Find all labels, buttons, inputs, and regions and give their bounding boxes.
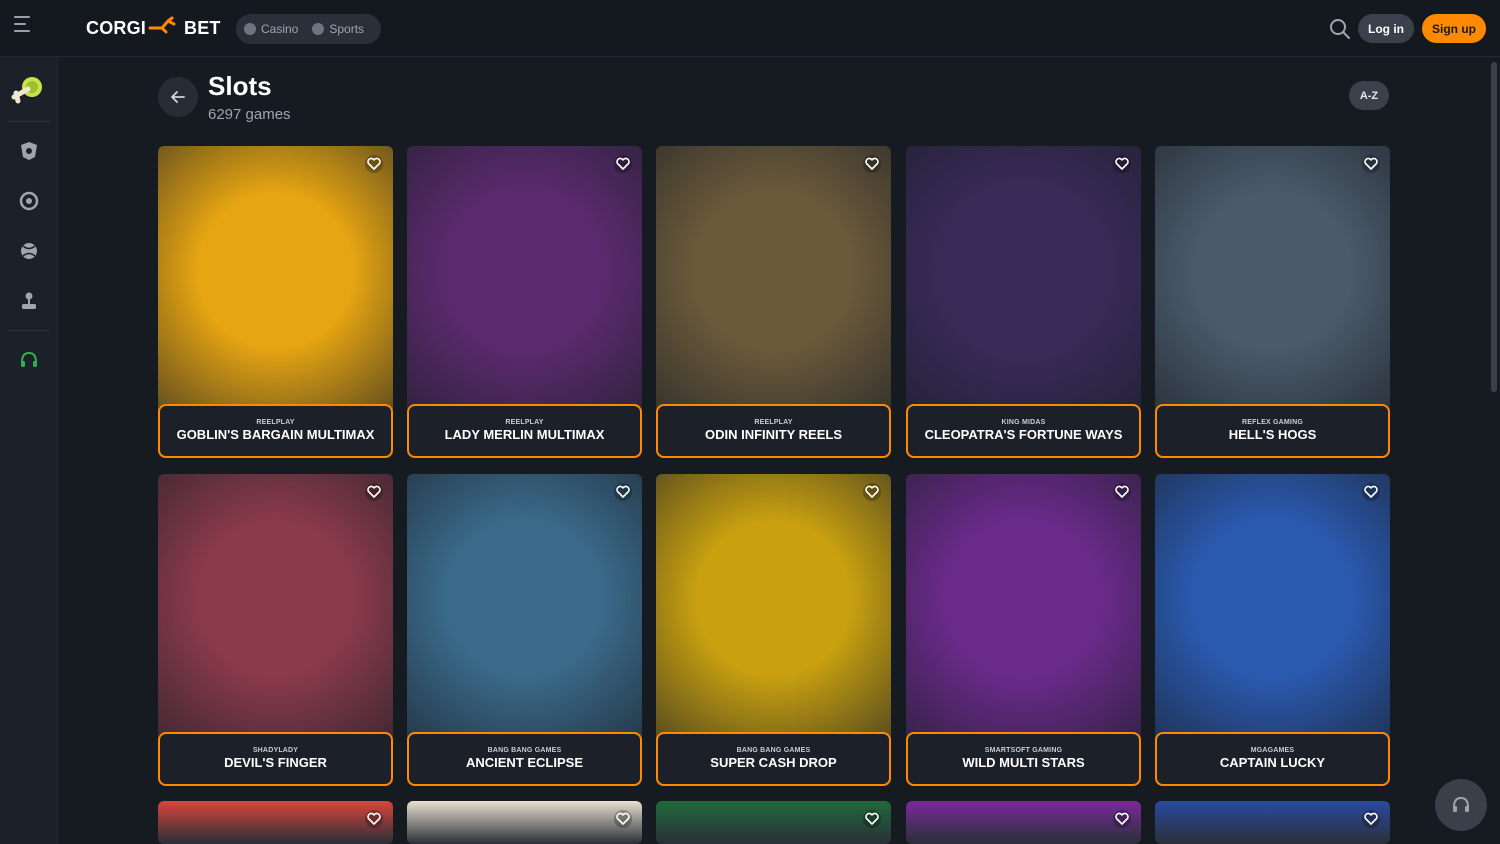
back-button[interactable] — [158, 77, 198, 117]
nav-casino[interactable]: Casino — [244, 22, 298, 36]
game-card[interactable]: SMARTSOFT GAMING WILD MULTI STARS — [906, 474, 1141, 786]
game-card[interactable]: REELPLAY GOBLIN'S BARGAIN MULTIMAX — [158, 146, 393, 458]
nav-sports-label: Sports — [329, 22, 365, 36]
game-provider: REFLEX GAMING — [1242, 419, 1303, 426]
top-header: CORGI BET Casino Sports Log in Sign up — [0, 0, 1500, 57]
game-label: MGAGAMES CAPTAIN LUCKY — [1155, 732, 1390, 786]
game-title: CAPTAIN LUCKY — [1219, 755, 1326, 770]
login-button[interactable]: Log in — [1358, 14, 1414, 43]
signup-button[interactable]: Sign up — [1422, 14, 1486, 43]
left-sidebar — [0, 57, 58, 844]
game-title: SUPER CASH DROP — [710, 755, 837, 770]
favorite-heart-icon[interactable] — [1112, 809, 1132, 829]
bone-logo-icon — [148, 16, 182, 41]
game-provider: REELPLAY — [256, 419, 295, 426]
favorite-heart-icon[interactable] — [1112, 154, 1132, 174]
game-card[interactable]: REELPLAY ODIN INFINITY REELS — [656, 146, 891, 458]
nav-sports[interactable]: Sports — [312, 22, 364, 36]
game-label: REELPLAY ODIN INFINITY REELS — [656, 404, 891, 458]
game-card[interactable] — [906, 801, 1141, 844]
game-provider: SHADYLADY — [252, 747, 299, 754]
game-card[interactable]: KING MIDAS CLEOPATRA'S FORTUNE WAYS — [906, 146, 1141, 458]
search-icon[interactable] — [1328, 17, 1352, 41]
game-provider: BANG BANG GAMES — [487, 747, 562, 754]
page-title: Slots — [208, 71, 272, 101]
game-label: BANG BANG GAMES ANCIENT ECLIPSE — [407, 732, 642, 786]
product-switcher: Casino Sports — [236, 14, 381, 44]
favorite-heart-icon[interactable] — [862, 482, 882, 502]
game-label: REELPLAY GOBLIN'S BARGAIN MULTIMAX — [158, 404, 393, 458]
favorite-heart-icon[interactable] — [1361, 482, 1381, 502]
roulette-icon[interactable] — [18, 190, 40, 212]
game-provider: MGAGAMES — [1250, 747, 1295, 754]
game-card[interactable]: BANG BANG GAMES ANCIENT ECLIPSE — [407, 474, 642, 786]
nav-casino-label: Casino — [261, 22, 299, 36]
game-label: SHADYLADY DEVIL'S FINGER — [158, 732, 393, 786]
game-card[interactable]: SHADYLADY DEVIL'S FINGER — [158, 474, 393, 786]
hamburger-menu-icon[interactable] — [14, 16, 42, 40]
support-chat-button[interactable] — [1435, 779, 1487, 831]
game-thumbnail — [906, 801, 1141, 844]
favorite-heart-icon[interactable] — [613, 482, 633, 502]
corgi-mascot-icon[interactable] — [10, 73, 48, 107]
favorite-heart-icon[interactable] — [613, 809, 633, 829]
game-card[interactable]: MGAGAMES CAPTAIN LUCKY — [1155, 474, 1390, 786]
game-title: ANCIENT ECLIPSE — [465, 755, 583, 770]
game-thumbnail — [407, 801, 642, 844]
joystick-icon[interactable] — [18, 290, 40, 312]
game-title: WILD MULTI STARS — [962, 755, 1085, 770]
favorite-heart-icon[interactable] — [862, 809, 882, 829]
sports-ball-icon[interactable] — [18, 240, 40, 262]
game-label: SMARTSOFT GAMING WILD MULTI STARS — [906, 732, 1141, 786]
headset-icon — [1453, 796, 1469, 812]
game-thumbnail — [1155, 801, 1390, 844]
scrollbar-thumb[interactable] — [1491, 62, 1497, 392]
game-provider: REELPLAY — [505, 419, 544, 426]
game-card[interactable] — [1155, 801, 1390, 844]
game-thumbnail — [158, 801, 393, 844]
favorite-heart-icon[interactable] — [613, 154, 633, 174]
casino-chip-icon — [244, 23, 256, 35]
logo-text-left: CORGI — [86, 17, 147, 38]
game-card[interactable]: REELPLAY LADY MERLIN MULTIMAX — [407, 146, 642, 458]
game-card[interactable]: REFLEX GAMING HELL'S HOGS — [1155, 146, 1390, 458]
game-thumbnail — [656, 801, 891, 844]
favorite-heart-icon[interactable] — [364, 809, 384, 829]
game-card[interactable] — [656, 801, 891, 844]
corgibet-logo[interactable]: CORGI BET — [86, 16, 221, 40]
game-label: REELPLAY LADY MERLIN MULTIMAX — [407, 404, 642, 458]
sidebar-divider — [8, 330, 50, 331]
game-label: KING MIDAS CLEOPATRA'S FORTUNE WAYS — [906, 404, 1141, 458]
game-label: BANG BANG GAMES SUPER CASH DROP — [656, 732, 891, 786]
game-provider: KING MIDAS — [1001, 419, 1046, 426]
game-count: 6297 games — [208, 106, 291, 123]
game-label: REFLEX GAMING HELL'S HOGS — [1155, 404, 1390, 458]
game-title: CLEOPATRA'S FORTUNE WAYS — [924, 427, 1123, 442]
logo-text-right: BET — [184, 17, 221, 38]
favorite-heart-icon[interactable] — [862, 154, 882, 174]
favorite-heart-icon[interactable] — [364, 154, 384, 174]
favorite-heart-icon[interactable] — [364, 482, 384, 502]
favorite-heart-icon[interactable] — [1112, 482, 1132, 502]
favorite-heart-icon[interactable] — [1361, 154, 1381, 174]
arrow-left-icon — [171, 91, 185, 103]
sidebar-divider — [8, 121, 50, 122]
game-card[interactable]: BANG BANG GAMES SUPER CASH DROP — [656, 474, 891, 786]
game-title: HELL'S HOGS — [1228, 427, 1317, 442]
game-title: ODIN INFINITY REELS — [705, 427, 842, 442]
game-provider: BANG BANG GAMES — [736, 747, 811, 754]
casino-chip-icon[interactable] — [18, 140, 40, 162]
game-card[interactable] — [158, 801, 393, 844]
game-title: GOBLIN'S BARGAIN MULTIMAX — [176, 427, 375, 442]
game-title: DEVIL'S FINGER — [224, 755, 327, 770]
headset-icon[interactable] — [18, 349, 40, 371]
game-title: LADY MERLIN MULTIMAX — [444, 427, 605, 442]
game-provider: SMARTSOFT GAMING — [984, 747, 1063, 754]
game-card[interactable] — [407, 801, 642, 844]
favorite-heart-icon[interactable] — [1361, 809, 1381, 829]
sports-ball-icon — [312, 23, 325, 35]
game-provider: REELPLAY — [754, 419, 793, 426]
sort-az-button[interactable]: A-Z — [1349, 81, 1389, 110]
